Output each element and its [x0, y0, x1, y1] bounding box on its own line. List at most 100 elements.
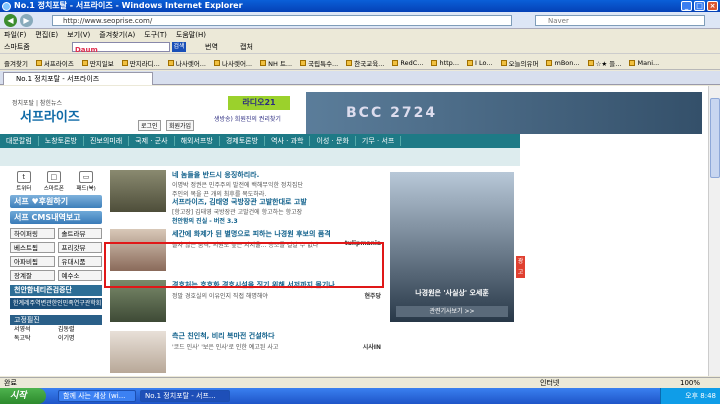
- menu-edit[interactable]: 편집(E): [35, 30, 58, 40]
- favorite-item[interactable]: 국립특수...: [296, 58, 342, 68]
- nav-item[interactable]: 노창토론방: [39, 136, 84, 146]
- nav-item[interactable]: 대문칼럼: [0, 136, 39, 146]
- nav-item[interactable]: 기무 · 서프: [356, 136, 402, 146]
- toolbar-label[interactable]: 스마트줌: [4, 43, 30, 51]
- window-title: No.1 정치포탈 - 서프라이즈 - Windows Internet Exp…: [14, 1, 243, 10]
- menu-favorites[interactable]: 즐겨찾기(A): [99, 30, 135, 40]
- vertical-scrollbar[interactable]: [708, 86, 720, 376]
- news-line[interactable]: '코드 인사' '보은 인사'로 인한 예고된 사고: [172, 342, 278, 351]
- site-logo[interactable]: 서프라이즈: [20, 106, 80, 125]
- login-button[interactable]: 로그인: [138, 120, 161, 131]
- research-banner[interactable]: 한계레주역변관한인민족연구관학회: [10, 298, 102, 309]
- support-button[interactable]: 서프 ♥후원하기: [10, 195, 102, 208]
- start-button[interactable]: 시작: [0, 388, 46, 404]
- search-input[interactable]: Naver: [535, 15, 705, 26]
- news-line[interactable]: [항고장] 김태영 국방장관 고발건에 항고하는 항고장: [172, 207, 302, 216]
- favorite-item[interactable]: mBon...: [542, 59, 583, 67]
- site-header: 정치포탈 | 참힌뉴스 서프라이즈 로그인 회원가입 라디오21 생방송) 희원…: [0, 86, 708, 134]
- news-title[interactable]: 세간에 화제가 된 별명으로 피하는 나경원 후보의 품격: [172, 229, 331, 239]
- status-text: 완료: [4, 379, 17, 387]
- side-menu-item[interactable]: 프리갓뷰: [57, 242, 102, 253]
- nav-item[interactable]: 진보의미래: [84, 136, 130, 146]
- tab-bar: No.1 정치포탈 - 서프라이즈: [0, 71, 720, 85]
- twitter-icon: t: [16, 171, 31, 183]
- favorites-label[interactable]: 즐겨찾기: [0, 58, 32, 68]
- menu-tools[interactable]: 도구(T): [144, 30, 167, 40]
- news-line[interactable]: 천안함의 진실 - 버전 3.3: [172, 216, 238, 225]
- side-menu-item[interactable]: 유대시품: [57, 256, 102, 267]
- back-button[interactable]: ◀: [4, 14, 17, 27]
- side-menu-item[interactable]: 하이퍼링: [10, 228, 55, 239]
- favorite-item[interactable]: 오늘의유머: [497, 58, 543, 68]
- favorite-item[interactable]: Mani...: [625, 59, 663, 67]
- ad-caption[interactable]: 나경원은 '사실상' 오세훈: [390, 282, 514, 304]
- writer-link[interactable]: 김동렬: [58, 325, 102, 334]
- writer-link[interactable]: 서영석: [14, 325, 58, 334]
- news-title[interactable]: 서프라이즈, 김태영 국방장관 고발한대로 고발: [172, 197, 307, 207]
- ad-related-button[interactable]: 관련기사보기 >>: [396, 306, 508, 317]
- favorite-item[interactable]: 나사렛어...: [164, 58, 210, 68]
- forward-button[interactable]: ▶: [20, 14, 33, 27]
- sub-nav: [0, 148, 520, 166]
- maximize-button[interactable]: □: [694, 1, 705, 11]
- window-title-bar: No.1 정치포탈 - 서프라이즈 - Windows Internet Exp…: [0, 0, 720, 12]
- news-line[interactable]: 정말 경호실의 이유인지 직접 해명해야: [172, 291, 268, 300]
- radio21-badge[interactable]: 라디오21: [228, 96, 290, 110]
- taskbar-item-active[interactable]: No.1 정치포탈 - 서프...: [140, 390, 230, 402]
- favorite-item[interactable]: 딴지라디...: [118, 58, 164, 68]
- news-title[interactable]: 측근 친인척, 비리 복마전 건설하다: [172, 331, 275, 341]
- menu-help[interactable]: 도움말(H): [176, 30, 206, 40]
- tab-seoprise[interactable]: No.1 정치포탈 - 서프라이즈: [3, 72, 153, 85]
- close-button[interactable]: ×: [707, 1, 718, 11]
- nav-item[interactable]: 경제토론방: [220, 136, 266, 146]
- header-banner[interactable]: BCC 2724: [306, 92, 702, 134]
- writer-link[interactable]: 독고탁: [14, 334, 58, 343]
- join-button[interactable]: 회원가입: [166, 120, 195, 131]
- menu-view[interactable]: 보기(V): [67, 30, 90, 40]
- address-input[interactable]: http://www.seoprise.com/: [52, 15, 512, 26]
- favorite-item[interactable]: 딴지일보: [78, 58, 118, 68]
- cheonan-verify-banner[interactable]: 천안함네티즌검증단: [10, 285, 102, 296]
- favorite-item[interactable]: NH 트...: [256, 58, 296, 68]
- favorite-item[interactable]: ☆★ 들...: [584, 58, 626, 68]
- side-menu-item[interactable]: 장계잘: [10, 270, 55, 281]
- side-menu-item[interactable]: 베스트됨: [10, 242, 55, 253]
- taskbar-item[interactable]: 함께 사는 세상 (wi...: [58, 390, 136, 402]
- nav-item[interactable]: 해외서프방: [175, 136, 220, 146]
- favorite-item[interactable]: http...: [427, 59, 463, 67]
- news-title[interactable]: 네 놈들을 반드시 응징하리라.: [172, 170, 259, 180]
- favorite-item[interactable]: 한국교육...: [342, 58, 388, 68]
- fixed-writers-heading: 고정필진: [10, 315, 102, 325]
- translate-button[interactable]: 번역: [205, 40, 218, 54]
- side-menu-item[interactable]: 아파비됨: [10, 256, 55, 267]
- toolbar-search-button[interactable]: 검색: [172, 42, 186, 52]
- smartphone-link[interactable]: □ 스마트폰: [44, 171, 64, 192]
- nav-item[interactable]: 국제 · 군사: [129, 136, 175, 146]
- nav-item[interactable]: 이성 · 문화: [310, 136, 356, 146]
- menu-bar: 파일(F) 편집(E) 보기(V) 즐겨찾기(A) 도구(T) 도움말(H): [0, 30, 720, 40]
- news-item[interactable]: 측근 친인척, 비리 복마전 건설하다 '코드 인사' '보은 인사'로 인한 …: [108, 329, 383, 376]
- side-menu-item[interactable]: 솔트라뷰: [57, 228, 102, 239]
- cms-report-button[interactable]: 서프 CMS내역보고: [10, 211, 102, 224]
- menu-file[interactable]: 파일(F): [4, 30, 26, 40]
- radio-sub-text[interactable]: 생방송) 희원진의 권리찾기: [214, 114, 281, 123]
- news-thumbnail[interactable]: [110, 331, 166, 373]
- side-menu-item[interactable]: 예수소: [57, 270, 102, 281]
- scrollbar-thumb[interactable]: [710, 98, 720, 178]
- toolbar-search-input[interactable]: Daum: [72, 42, 170, 54]
- status-bar: 완료 인터넷 100%: [0, 377, 720, 388]
- news-source: 시사IN: [362, 344, 381, 351]
- favorite-item[interactable]: I Lo...: [463, 59, 497, 67]
- news-line[interactable]: 이명박 정권은 민주주의 발전에 백해무익한 정치집단: [172, 180, 303, 189]
- twitter-link[interactable]: t 트위터: [16, 171, 31, 192]
- nav-item[interactable]: 역사 · 과학: [265, 136, 311, 146]
- favorite-item[interactable]: 나사렛어...: [210, 58, 256, 68]
- favorite-item[interactable]: 서프라이즈: [32, 58, 78, 68]
- ad-side-tag: 광고: [516, 256, 525, 278]
- favorite-item[interactable]: RedC...: [388, 59, 427, 67]
- pad-link[interactable]: ▭ 패드(북): [76, 171, 96, 192]
- minimize-button[interactable]: _: [681, 1, 692, 11]
- capture-button[interactable]: 캡처: [240, 40, 253, 54]
- writer-link[interactable]: 이기명: [58, 334, 102, 343]
- news-item[interactable]: 서프라이즈, 김태영 국방장관 고발한대로 고발 [항고장] 김태영 국방장관 …: [108, 197, 383, 225]
